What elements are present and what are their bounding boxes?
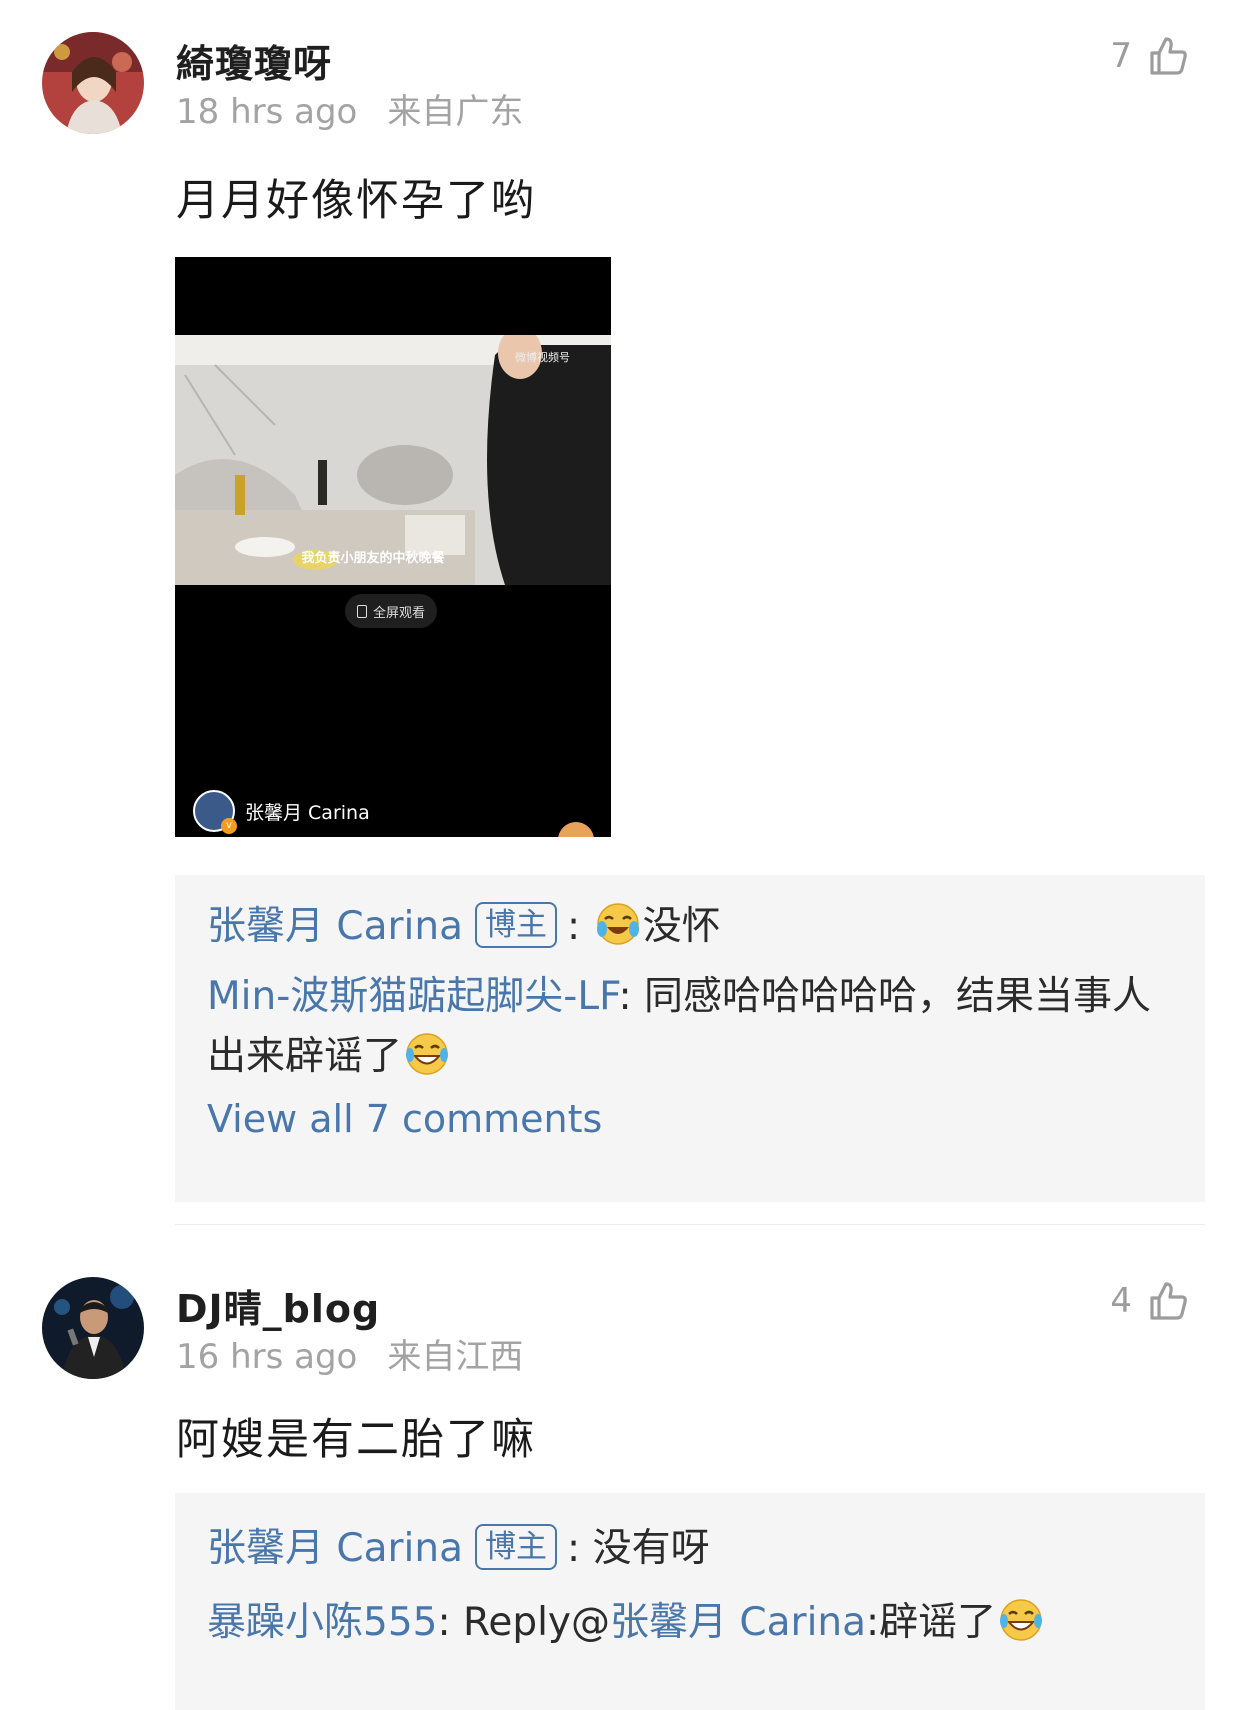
reply-separator: : <box>567 1526 593 1571</box>
comment-item: DJ晴_blog 16 hrs ago 来自江西 4 阿嫂是有二胎了嘛 张馨月 C… <box>0 1245 1242 1710</box>
comment-text: 月月好像怀孕了哟 <box>176 176 536 226</box>
video-thumbnail[interactable]: 微博视频号 我负责小朋友的中秋晚餐 全屏观看 278 66 14 v 张馨月 C… <box>175 257 611 837</box>
joy-emoji-icon <box>406 1033 449 1075</box>
comment-meta: 18 hrs ago 来自广东 <box>176 84 523 133</box>
reply-item[interactable]: Min-波斯猫踮起脚尖-LF: 同感哈哈哈哈哈，结果当事人出来辟谣了 <box>207 967 1179 1087</box>
reply-item[interactable]: 暴躁小陈555: Reply@张馨月 Carina:辟谣了 <box>207 1593 1179 1653</box>
like-button[interactable]: 7 <box>1110 34 1190 78</box>
reply-item[interactable]: 张馨月 Carina 博主: 没怀 <box>207 897 1179 957</box>
like-button[interactable]: 4 <box>1110 1279 1190 1323</box>
comment-meta: 16 hrs ago 来自江西 <box>176 1329 523 1378</box>
comment-text: 阿嫂是有二胎了嘛 <box>176 1415 536 1465</box>
reply-author[interactable]: 张馨月 Carina <box>207 904 463 949</box>
reply-separator: : <box>618 974 645 1019</box>
mention-link[interactable]: 张馨月 Carina <box>610 1600 866 1645</box>
like-count: 4 <box>1110 1281 1132 1321</box>
location: 来自广东 <box>387 92 524 132</box>
username[interactable]: 綺瓊瓊呀 <box>176 33 332 88</box>
fullscreen-label: 全屏观看 <box>373 605 426 621</box>
fullscreen-button[interactable]: 全屏观看 <box>345 594 438 628</box>
author-badge: 博主 <box>475 1524 558 1570</box>
timestamp: 18 hrs ago <box>176 92 358 132</box>
avatar[interactable] <box>42 1277 144 1379</box>
reply-text: 没怀 <box>642 904 721 949</box>
reply-separator: : <box>437 1600 463 1645</box>
video-author[interactable]: v 张馨月 Carina <box>193 790 370 834</box>
reply-separator: : <box>567 904 593 949</box>
author-avatar: v <box>193 790 237 834</box>
gift-icon <box>558 822 594 837</box>
video-caption: 我负责小朋友的中秋晚餐 <box>301 551 445 566</box>
laugh-cry-emoji-icon <box>596 903 639 945</box>
video-watermark: 微博视频号 <box>515 351 570 364</box>
timestamp: 16 hrs ago <box>176 1337 358 1377</box>
comment-feed: 綺瓊瓊呀 18 hrs ago 来自广东 7 月月好像怀孕了哟 微博视频号 我负… <box>0 0 1242 1710</box>
reply-box: 张馨月 Carina 博主: 没怀 Min-波斯猫踮起脚尖-LF: 同感哈哈哈哈哈… <box>175 875 1205 1202</box>
joy-emoji-icon <box>1000 1599 1043 1641</box>
comment-divider <box>175 1224 1205 1225</box>
reply-text: :辟谣了 <box>866 1600 997 1645</box>
reply-prefix: Reply@ <box>463 1600 611 1645</box>
thumbs-up-icon <box>1150 1282 1187 1320</box>
username[interactable]: DJ晴_blog <box>176 1278 380 1333</box>
reply-author[interactable]: 暴躁小陈555 <box>207 1600 437 1645</box>
view-all-comments-link[interactable]: View all 7 comments <box>207 1097 602 1141</box>
reply-author[interactable]: 张馨月 Carina <box>207 1526 463 1571</box>
reply-text: 没有呀 <box>592 1526 710 1571</box>
comment-item: 綺瓊瓊呀 18 hrs ago 来自广东 7 月月好像怀孕了哟 微博视频号 我负… <box>0 0 1242 1202</box>
author-badge: 博主 <box>475 902 558 948</box>
author-name: 张馨月 Carina <box>245 801 370 824</box>
reply-author[interactable]: Min-波斯猫踮起脚尖-LF <box>207 974 618 1019</box>
reply-box: 张馨月 Carina 博主: 没有呀 暴躁小陈555: Reply@张馨月 Car… <box>175 1493 1205 1710</box>
verified-badge-icon: v <box>221 818 237 834</box>
location: 来自江西 <box>387 1337 524 1377</box>
reply-item[interactable]: 张馨月 Carina 博主: 没有呀 <box>207 1519 1179 1579</box>
thumbs-up-icon <box>1150 37 1187 75</box>
like-count: 7 <box>1110 36 1132 76</box>
avatar[interactable] <box>42 32 144 134</box>
fullscreen-icon <box>357 604 367 618</box>
